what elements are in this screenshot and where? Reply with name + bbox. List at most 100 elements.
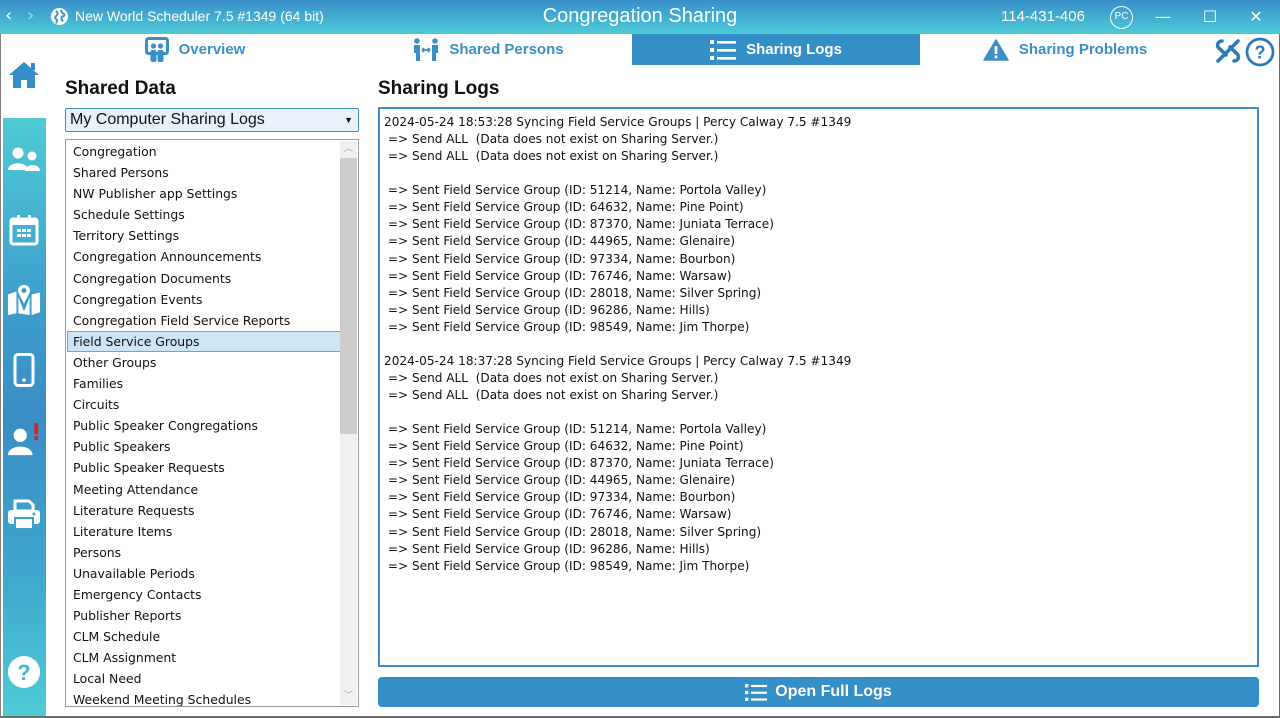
log-line: => Sent Field Service Group (ID: 51214, … bbox=[384, 183, 767, 198]
log-line: => Send ALL (Data does not exist on Shar… bbox=[384, 388, 719, 402]
app-title: New World Scheduler 7.5 #1349 (64 bit) bbox=[75, 8, 324, 24]
sharing-logs-heading: Sharing Logs bbox=[378, 78, 500, 99]
log-line: => Sent Field Service Group (ID: 96286, … bbox=[384, 541, 710, 556]
print-icon[interactable] bbox=[7, 498, 41, 532]
log-line: => Sent Field Service Group (ID: 87370, … bbox=[384, 456, 774, 471]
log-source-value: My Computer Sharing Logs bbox=[70, 111, 265, 128]
list-item[interactable]: Congregation Events bbox=[67, 289, 341, 310]
shared-data-list[interactable]: Congregation Shared Persons NW Publisher a… bbox=[65, 139, 359, 707]
tab-shared-persons[interactable]: Shared Persons bbox=[345, 34, 632, 65]
shared-data-list-items: Congregation Shared Persons NW Publisher a… bbox=[67, 141, 341, 706]
top-tabs: Overview Shared Persons Sharing Logs Sha… bbox=[45, 34, 1280, 66]
log-line: => Sent Field Service Group (ID: 96286, … bbox=[384, 302, 710, 317]
list-item[interactable]: Persons bbox=[67, 542, 341, 563]
unlink-icon[interactable] bbox=[1214, 37, 1242, 65]
scroll-down-icon[interactable]: ﹀ bbox=[340, 688, 357, 705]
chevron-down-icon: ▼ bbox=[344, 115, 353, 125]
list-item[interactable]: Unavailable Periods bbox=[67, 563, 341, 584]
list-item[interactable]: Meeting Attendance bbox=[67, 479, 341, 500]
scroll-up-icon[interactable]: ︿ bbox=[340, 141, 357, 158]
log-line: => Sent Field Service Group (ID: 28018, … bbox=[384, 285, 762, 300]
list-item[interactable]: Weekend Meeting Schedules bbox=[67, 689, 341, 706]
list-scrollbar[interactable]: ︿ ﹀ bbox=[340, 141, 357, 705]
log-line: => Sent Field Service Group (ID: 44965, … bbox=[384, 473, 736, 488]
open-full-logs-label: Open Full Logs bbox=[775, 683, 892, 700]
maximize-button[interactable]: ☐ bbox=[1195, 4, 1225, 30]
list-icon bbox=[710, 39, 737, 60]
log-line: 2024-05-24 18:37:28 Syncing Field Servic… bbox=[384, 353, 852, 368]
home-icon[interactable] bbox=[7, 60, 41, 90]
log-line: => Sent Field Service Group (ID: 64632, … bbox=[384, 439, 744, 454]
log-line: => Sent Field Service Group (ID: 98549, … bbox=[384, 319, 750, 334]
log-line: => Sent Field Service Group (ID: 28018, … bbox=[384, 524, 762, 539]
shared-data-heading: Shared Data bbox=[65, 78, 176, 99]
list-item[interactable]: NW Publisher app Settings bbox=[67, 183, 341, 204]
list-item[interactable]: Circuits bbox=[67, 394, 341, 415]
list-item[interactable]: Other Groups bbox=[67, 352, 341, 373]
log-line: => Sent Field Service Group (ID: 76746, … bbox=[384, 507, 732, 522]
log-line: => Sent Field Service Group (ID: 64632, … bbox=[384, 200, 744, 215]
log-line: => Send ALL (Data does not exist on Shar… bbox=[384, 149, 719, 164]
list-item[interactable]: Congregation bbox=[67, 141, 341, 162]
list-icon bbox=[745, 683, 768, 701]
list-item[interactable]: Literature Items bbox=[67, 521, 341, 542]
tab-overview[interactable]: Overview bbox=[45, 34, 345, 65]
list-item[interactable]: CLM Assignment bbox=[67, 647, 341, 668]
forward-button[interactable]: › bbox=[27, 6, 34, 26]
list-item[interactable]: Literature Requests bbox=[67, 500, 341, 521]
log-line: => Sent Field Service Group (ID: 98549, … bbox=[384, 558, 750, 573]
tab-sharing-problems-label: Sharing Problems bbox=[1018, 41, 1148, 58]
calendar-icon[interactable] bbox=[7, 213, 41, 247]
list-item[interactable]: Publisher Reports bbox=[67, 605, 341, 626]
people-icon[interactable] bbox=[7, 143, 41, 177]
open-full-logs-button[interactable]: Open Full Logs bbox=[378, 677, 1259, 707]
user-avatar[interactable]: PC bbox=[1110, 6, 1133, 29]
log-line: => Sent Field Service Group (ID: 44965, … bbox=[384, 234, 736, 249]
sidebar-rail: ? bbox=[3, 118, 46, 718]
tab-sharing-logs[interactable]: Sharing Logs bbox=[632, 34, 920, 65]
log-line: => Sent Field Service Group (ID: 51214, … bbox=[384, 422, 767, 437]
log-line: => Sent Field Service Group (ID: 97334, … bbox=[384, 251, 736, 266]
list-item[interactable]: Field Service Groups bbox=[67, 330, 341, 352]
mobile-icon[interactable] bbox=[7, 353, 41, 387]
tab-overview-label: Overview bbox=[178, 41, 246, 58]
svg-text:?: ? bbox=[1255, 43, 1266, 63]
help-icon[interactable]: ? bbox=[7, 655, 41, 689]
overview-icon bbox=[144, 36, 169, 62]
shared-persons-icon bbox=[414, 37, 439, 61]
back-button[interactable]: ‹ bbox=[5, 6, 12, 26]
list-item[interactable]: Families bbox=[67, 373, 341, 394]
minimize-button[interactable]: — bbox=[1148, 4, 1178, 30]
svg-text:?: ? bbox=[17, 660, 30, 685]
list-item[interactable]: Public Speaker Congregations bbox=[67, 415, 341, 436]
list-item[interactable]: Emergency Contacts bbox=[67, 584, 341, 605]
sharing-log-text[interactable]: 2024-05-24 18:53:28 Syncing Field Servic… bbox=[378, 107, 1259, 667]
tab-sharing-problems[interactable]: Sharing Problems bbox=[920, 34, 1210, 65]
globe-icon bbox=[50, 7, 69, 26]
log-line: => Sent Field Service Group (ID: 87370, … bbox=[384, 217, 774, 232]
close-button[interactable]: ✕ bbox=[1241, 4, 1271, 30]
list-item[interactable]: Local Need bbox=[67, 668, 341, 689]
list-item[interactable]: Congregation Documents bbox=[67, 268, 341, 289]
scroll-thumb[interactable] bbox=[340, 158, 357, 434]
list-item[interactable]: Public Speaker Requests bbox=[67, 457, 341, 478]
tab-sharing-logs-label: Sharing Logs bbox=[746, 41, 842, 58]
warning-icon bbox=[983, 38, 1009, 61]
log-source-select[interactable]: My Computer Sharing Logs ▼ bbox=[65, 108, 359, 132]
log-line: => Sent Field Service Group (ID: 97334, … bbox=[384, 490, 736, 505]
list-item[interactable]: CLM Schedule bbox=[67, 626, 341, 647]
list-item[interactable]: Territory Settings bbox=[67, 225, 341, 246]
list-item[interactable]: Congregation Field Service Reports bbox=[67, 310, 341, 331]
list-item[interactable]: Schedule Settings bbox=[67, 204, 341, 225]
help-icon-top[interactable]: ? bbox=[1245, 37, 1275, 67]
congregation-id: 114-431-406 bbox=[1001, 8, 1085, 25]
log-line: => Send ALL (Data does not exist on Shar… bbox=[384, 132, 719, 147]
list-item[interactable]: Congregation Announcements bbox=[67, 246, 341, 267]
territory-map-icon[interactable] bbox=[7, 283, 41, 317]
person-alert-icon[interactable] bbox=[7, 423, 41, 457]
log-line: => Sent Field Service Group (ID: 76746, … bbox=[384, 268, 732, 283]
list-item[interactable]: Public Speakers bbox=[67, 436, 341, 457]
list-item[interactable]: Shared Persons bbox=[67, 162, 341, 183]
log-line: 2024-05-24 18:53:28 Syncing Field Servic… bbox=[384, 115, 852, 129]
